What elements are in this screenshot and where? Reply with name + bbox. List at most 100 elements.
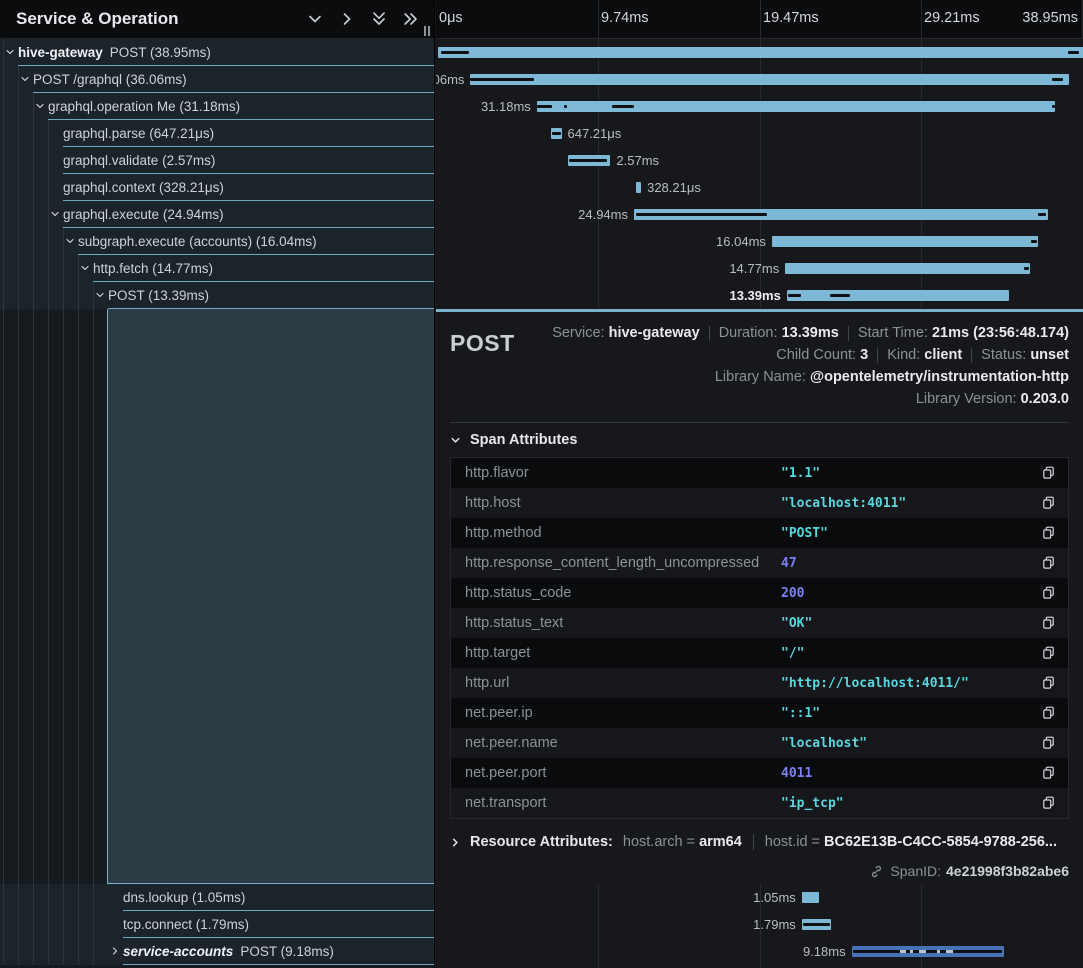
timeline-row[interactable]: 9.18ms (436, 938, 1083, 965)
copy-icon[interactable] (1041, 555, 1057, 571)
copy-icon[interactable] (1041, 645, 1057, 661)
chevron-down-icon[interactable] (94, 289, 106, 301)
span-tree-row[interactable]: graphql.validate (2.57ms) (0, 147, 434, 174)
copy-icon[interactable] (1041, 495, 1057, 511)
span-attributes-table: http.flavor "1.1" http.host "localhost:4… (450, 457, 1069, 819)
duration-label: 9.18ms (803, 938, 846, 965)
span-tree-row[interactable]: hive-gatewayPOST (38.95ms) (0, 39, 434, 66)
timeline-row[interactable]: 328.21μs (436, 174, 1083, 201)
attribute-key: net.peer.ip (465, 705, 533, 721)
attribute-value: "OK" (781, 616, 812, 631)
child-span-marker (937, 950, 940, 953)
attribute-value: 47 (781, 556, 797, 571)
copy-icon[interactable] (1041, 735, 1057, 751)
axis-gridline (921, 0, 922, 38)
timeline-row[interactable]: 24.94ms (436, 201, 1083, 228)
span-tree-row[interactable]: service-accountsPOST (9.18ms) (0, 938, 434, 965)
timeline-row[interactable]: 14.77ms (436, 255, 1083, 282)
timeline-panel: 0μs9.74ms19.47ms29.21ms38.95ms 36.06ms31… (436, 0, 1083, 968)
indent-guide (33, 120, 34, 147)
attribute-key: http.flavor (465, 465, 529, 481)
indent-guide (18, 282, 19, 309)
span-tree-row[interactable]: graphql.parse (647.21μs) (0, 120, 434, 147)
indent-guide (3, 201, 4, 228)
copy-icon[interactable] (1041, 585, 1057, 601)
timeline-row[interactable]: 1.05ms (436, 884, 1083, 911)
indent-guide (18, 911, 19, 938)
copy-icon[interactable] (1041, 675, 1057, 691)
timeline-row[interactable]: 1.79ms (436, 911, 1083, 938)
span-tree-row[interactable]: POST (13.39ms) (0, 282, 434, 309)
chevron-down-icon[interactable] (49, 208, 61, 220)
copy-icon[interactable] (1041, 465, 1057, 481)
indent-guide (3, 66, 4, 93)
critical-path-segment (788, 294, 801, 297)
timeline-row[interactable]: 647.21μs (436, 120, 1083, 147)
resource-attributes-row[interactable]: Resource Attributes: host.arch = arm64ho… (450, 825, 1069, 859)
panel-resize-handle[interactable] (424, 26, 430, 36)
timeline-row[interactable]: 36.06ms (436, 66, 1083, 93)
meta-item: Library Version: 0.203.0 (916, 391, 1069, 407)
span-bar[interactable] (802, 892, 819, 903)
duration-label: 328.21μs (647, 174, 701, 201)
copy-icon[interactable] (1041, 795, 1057, 811)
collapse-all-icon[interactable] (366, 6, 392, 32)
indent-guide (33, 201, 34, 228)
span-tree-row[interactable]: graphql.operation Me (31.18ms) (0, 93, 434, 120)
collapse-one-icon[interactable] (302, 6, 328, 32)
indent-guide (18, 255, 19, 282)
span-bar[interactable] (772, 236, 1038, 247)
chevron-down-icon[interactable] (4, 46, 16, 58)
chevron-down-icon[interactable] (79, 262, 91, 274)
span-tree-row[interactable]: tcp.connect (1.79ms) (0, 911, 434, 938)
indent-guide (18, 228, 19, 255)
span-name: graphql.validate (2.57ms) (63, 147, 215, 173)
span-tree-row[interactable]: POST /graphql (36.06ms) (0, 66, 434, 93)
attribute-key: http.host (465, 495, 521, 511)
span-bar[interactable] (785, 263, 1030, 274)
indent-guide (48, 147, 49, 174)
span-tree-row[interactable]: http.fetch (14.77ms) (0, 255, 434, 282)
timeline-row[interactable]: 16.04ms (436, 228, 1083, 255)
indent-guide (18, 309, 19, 884)
chevron-right-icon[interactable] (109, 945, 121, 957)
timeline-row[interactable]: 31.18ms (436, 93, 1083, 120)
timeline-row[interactable] (436, 39, 1083, 66)
attribute-value: "ip_tcp" (781, 796, 844, 811)
span-tree-row[interactable]: graphql.context (328.21μs) (0, 174, 434, 201)
copy-icon[interactable] (1041, 525, 1057, 541)
duration-label: 1.79ms (753, 911, 796, 938)
chevron-down-icon[interactable] (64, 235, 76, 247)
span-tree-row[interactable]: subgraph.execute (accounts) (16.04ms) (0, 228, 434, 255)
chevron-down-icon[interactable] (34, 100, 46, 112)
span-bar[interactable] (787, 290, 1009, 301)
expand-one-icon[interactable] (334, 6, 360, 32)
span-bar[interactable] (438, 47, 1083, 58)
copy-icon[interactable] (1041, 765, 1057, 781)
meta-line: Service: hive-gatewayDuration: 13.39msSt… (515, 322, 1069, 344)
span-tree-row[interactable]: dns.lookup (1.05ms) (0, 884, 434, 911)
attribute-key: http.method (465, 525, 542, 541)
copy-icon[interactable] (1041, 615, 1057, 631)
child-span-marker (919, 950, 927, 953)
timeline-row[interactable]: 2.57ms (436, 147, 1083, 174)
duration-label: 13.39ms (729, 282, 780, 309)
chevron-down-icon[interactable] (19, 73, 31, 85)
span-attributes-header[interactable]: Span Attributes (450, 423, 1069, 457)
indent-guide (63, 911, 64, 938)
indent-guide (48, 884, 49, 911)
copy-icon[interactable] (1041, 705, 1057, 721)
indent-guide (33, 938, 34, 965)
span-bar[interactable] (636, 182, 642, 193)
span-bar[interactable] (470, 74, 1069, 85)
critical-path-segment (830, 294, 850, 297)
span-id-label: SpanID: (890, 863, 941, 879)
critical-path-segment (853, 950, 1002, 953)
critical-path-segment (1052, 78, 1063, 81)
resource-separator (753, 834, 754, 850)
indent-guide (48, 255, 49, 282)
span-tree-row[interactable]: graphql.execute (24.94ms) (0, 201, 434, 228)
expand-all-icon[interactable] (398, 6, 424, 32)
timeline-row[interactable]: 13.39ms (436, 282, 1083, 309)
critical-path-segment (1024, 267, 1030, 270)
